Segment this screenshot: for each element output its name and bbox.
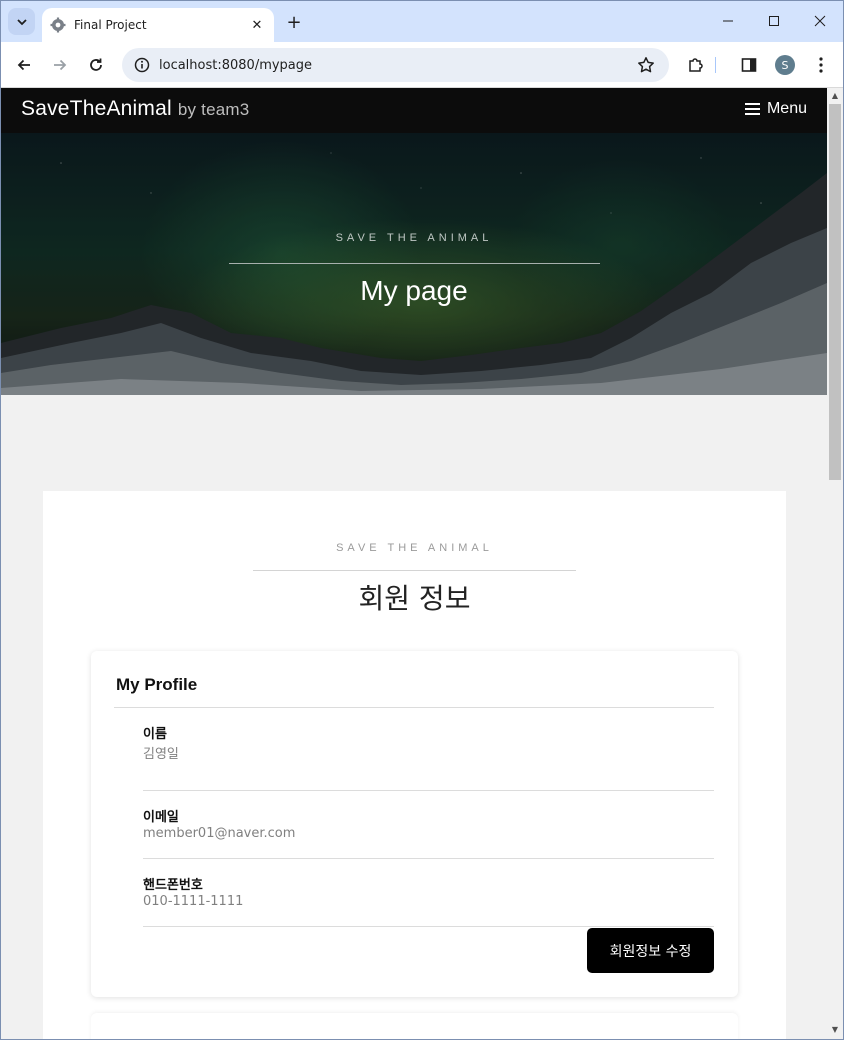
field-label: 이메일 xyxy=(143,810,179,825)
scroll-up-icon[interactable]: ▲ xyxy=(831,92,839,100)
site-navbar: SaveTheAnimal by team3 Menu xyxy=(1,88,827,133)
browser-toolbar: localhost:8080/mypage S xyxy=(1,42,843,88)
tab-search-button[interactable] xyxy=(8,8,35,35)
side-panel-icon[interactable] xyxy=(734,50,764,80)
arrow-right-icon[interactable] xyxy=(45,50,75,80)
field-value: member01@naver.com xyxy=(143,826,296,841)
field-label: 이름 xyxy=(143,727,167,742)
site-brand[interactable]: SaveTheAnimal by team3 xyxy=(21,97,249,121)
profile-field-name: 이름 김영일 xyxy=(143,723,714,791)
page-viewport: SaveTheAnimal by team3 Menu SAVE THE ANI… xyxy=(1,88,827,1039)
kebab-menu-icon[interactable] xyxy=(806,50,836,80)
section-eyebrow: SAVE THE ANIMAL xyxy=(336,542,493,554)
gear-icon xyxy=(50,17,66,33)
edit-profile-button[interactable]: 회원정보 수정 xyxy=(587,928,714,973)
maximize-icon[interactable] xyxy=(751,1,797,41)
section-title: 회원 정보 xyxy=(358,582,471,615)
hero-banner: SAVE THE ANIMAL My page xyxy=(1,133,827,395)
field-label: 핸드폰번호 xyxy=(143,878,203,893)
profile-title: My Profile xyxy=(116,675,198,694)
url-text[interactable]: localhost:8080/mypage xyxy=(159,58,629,73)
profile-divider xyxy=(114,707,714,708)
minimize-icon[interactable] xyxy=(705,1,751,41)
profile-avatar[interactable]: S xyxy=(770,50,800,80)
puzzle-icon[interactable] xyxy=(681,50,711,80)
avatar: S xyxy=(775,55,795,75)
reload-icon[interactable] xyxy=(81,50,111,80)
browser-tab-strip: Final Project ✕ + xyxy=(1,1,843,42)
page-scrollbar[interactable]: ▲ ▼ xyxy=(827,88,843,1039)
brand-name: SaveTheAnimal xyxy=(21,97,172,120)
profile-field-email: 이메일 member01@naver.com xyxy=(143,791,714,859)
hamburger-icon xyxy=(744,103,760,115)
field-value: 김영일 xyxy=(143,747,179,762)
field-value: 010-1111-1111 xyxy=(143,894,244,909)
profile-card: My Profile 이름 김영일 이메일 member01@naver.com… xyxy=(91,651,738,997)
next-card xyxy=(91,1013,738,1039)
scrollbar-thumb[interactable] xyxy=(829,104,841,480)
mountain-landscape-image xyxy=(1,133,827,395)
browser-tab-active[interactable]: Final Project ✕ xyxy=(42,8,274,42)
page-title: My page xyxy=(360,275,468,306)
scroll-down-icon[interactable]: ▼ xyxy=(831,1026,839,1034)
menu-label: Menu xyxy=(766,100,807,117)
hero-eyebrow: SAVE THE ANIMAL xyxy=(335,232,493,244)
section-divider xyxy=(253,570,576,571)
star-icon[interactable] xyxy=(629,56,663,74)
profile-field-phone: 핸드폰번호 010-1111-1111 xyxy=(143,859,714,927)
chevron-down-icon xyxy=(16,18,27,25)
toolbar-divider xyxy=(709,50,721,80)
window-close-icon[interactable] xyxy=(797,1,843,41)
member-info-section: SAVE THE ANIMAL 회원 정보 My Profile 이름 김영일 … xyxy=(43,491,786,1039)
hero-divider xyxy=(229,263,600,264)
menu-button[interactable]: Menu xyxy=(744,100,807,118)
info-icon[interactable] xyxy=(125,57,159,73)
close-icon[interactable]: ✕ xyxy=(248,16,266,34)
tab-title: Final Project xyxy=(74,18,147,32)
arrow-left-icon[interactable] xyxy=(9,50,39,80)
plus-icon[interactable]: + xyxy=(283,11,305,33)
address-bar[interactable]: localhost:8080/mypage xyxy=(122,48,669,82)
brand-subtitle: by team3 xyxy=(177,100,250,119)
